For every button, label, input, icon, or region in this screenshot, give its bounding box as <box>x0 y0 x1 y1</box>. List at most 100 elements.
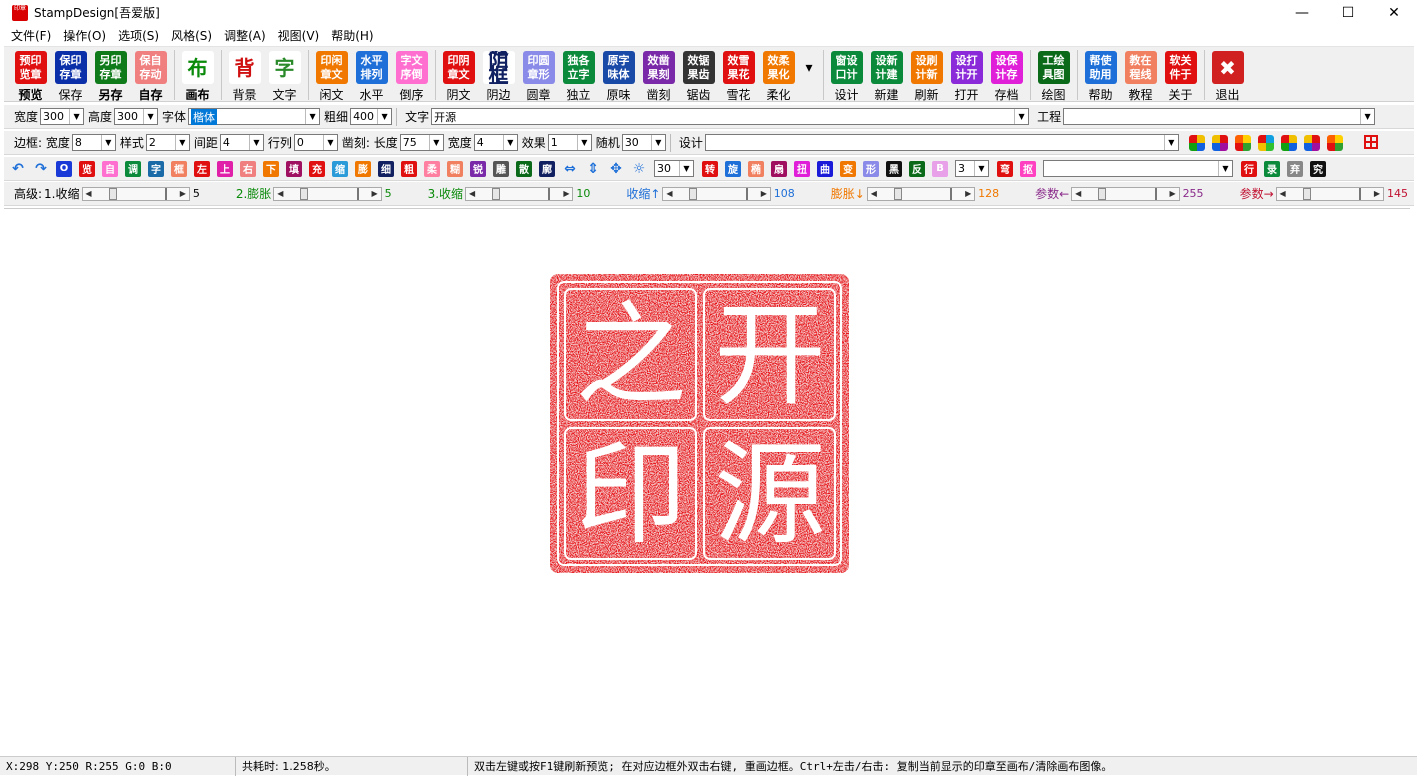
toolbar-button-10[interactable]: 印闲 章文 闲文 <box>315 47 348 103</box>
border-width-select[interactable]: 8 ▼ <box>71 134 116 151</box>
effect-button[interactable]: 抠 <box>1020 160 1036 177</box>
toolbar-button-20[interactable]: 效锯 果齿 锯齿 <box>682 47 715 103</box>
toolbar-button-34[interactable]: 教在 程线 教程 <box>1124 47 1157 103</box>
color-scheme-icon[interactable] <box>1280 134 1297 151</box>
text-input[interactable]: 开源 ▼ <box>431 108 1030 125</box>
toolbar-button-26[interactable]: 设新 计建 新建 <box>870 47 903 103</box>
toolbar-button-5[interactable]: 布画布 <box>181 47 214 103</box>
toolbar-button-17[interactable]: 独各 立字 独立 <box>562 47 595 103</box>
toolbar-button-19[interactable]: 效凿 果刻 凿刻 <box>642 47 675 103</box>
toolbar-button-28[interactable]: 设打 计开 打开 <box>950 47 983 103</box>
project-select[interactable]: ▼ <box>1063 108 1376 125</box>
effect-button[interactable]: 粗 <box>401 160 417 177</box>
toolbar-button-11[interactable]: 水平 排列 水平 <box>355 47 388 103</box>
flip-vertical-icon[interactable]: ⇕ <box>585 161 601 177</box>
menu-item-1[interactable]: 操作(O) <box>57 27 112 44</box>
effect-button[interactable]: 扭 <box>794 160 810 177</box>
effect-button[interactable]: 览 <box>79 160 95 177</box>
redo-icon[interactable]: ↷ <box>33 161 49 177</box>
menu-item-0[interactable]: 文件(F) <box>5 27 57 44</box>
effect-button[interactable]: 形 <box>863 160 879 177</box>
color-scheme-icon[interactable] <box>1211 134 1228 151</box>
menu-item-3[interactable]: 风格(S) <box>165 27 218 44</box>
effect-button[interactable]: 膨 <box>355 160 371 177</box>
toolbar-button-37[interactable]: ✖ 退出 <box>1211 47 1244 103</box>
arrow-left-icon[interactable]: ◀ <box>1277 189 1289 198</box>
toolbar-button-7[interactable]: 背背景 <box>228 47 261 103</box>
slider-2[interactable]: ◀ ▶ <box>465 186 574 201</box>
effect-button[interactable]: 充 <box>309 160 325 177</box>
effect-button[interactable]: 反 <box>909 160 925 177</box>
color-scheme-icon[interactable] <box>1257 134 1274 151</box>
maximize-button[interactable]: ☐ <box>1325 0 1371 25</box>
color-scheme-icon[interactable] <box>1188 134 1205 151</box>
arrow-right-icon[interactable]: ▶ <box>177 189 189 198</box>
slider-thumb[interactable] <box>1098 187 1107 200</box>
slider-thumb[interactable] <box>492 187 501 200</box>
toolbar-button-21[interactable]: 效雪 果花 雪花 <box>722 47 755 103</box>
arrow-left-icon[interactable]: ◀ <box>868 189 880 198</box>
toolbar-button-23[interactable]: ▾ <box>802 47 816 86</box>
toolbar-button-18[interactable]: 原字 味体 原味 <box>602 47 635 103</box>
effect-button[interactable]: 变 <box>840 160 856 177</box>
toolbar-button-33[interactable]: 帮使 助用 帮助 <box>1084 47 1117 103</box>
arrow-right-icon[interactable]: ▶ <box>1167 189 1179 198</box>
effect-button[interactable]: 散 <box>516 160 532 177</box>
effect-button[interactable]: 调 <box>125 160 141 177</box>
menu-item-4[interactable]: 调整(A) <box>218 27 272 44</box>
arrow-left-icon[interactable]: ◀ <box>83 189 95 198</box>
sun-icon[interactable]: ☼ <box>631 161 647 177</box>
effect-button[interactable]: B <box>932 160 948 177</box>
effect-button[interactable]: 究 <box>1310 160 1326 177</box>
close-button[interactable]: ✕ <box>1371 0 1417 25</box>
toolbar-button-16[interactable]: 印圆 章形 圆章 <box>522 47 555 103</box>
chisel-length-select[interactable]: 75 ▼ <box>399 134 444 151</box>
arrow-right-icon[interactable]: ▶ <box>758 189 770 198</box>
arrow-right-icon[interactable]: ▶ <box>560 189 572 198</box>
effect-button[interactable]: 旋 <box>725 160 741 177</box>
arrow-left-icon[interactable]: ◀ <box>1072 189 1084 198</box>
toolbar-button-25[interactable]: 窗设 口计 设计 <box>830 47 863 103</box>
effect-button[interactable]: 行 <box>1241 160 1257 177</box>
height-select[interactable]: 300 ▼ <box>114 108 159 125</box>
angle-select[interactable]: 30 ▼ <box>654 160 694 177</box>
arrow-right-icon[interactable]: ▶ <box>962 189 974 198</box>
effect-button[interactable]: 柔 <box>424 160 440 177</box>
slider-3[interactable]: ◀ ▶ <box>662 186 771 201</box>
design-select[interactable]: ▼ <box>704 134 1179 151</box>
effect-button[interactable]: 上 <box>217 160 233 177</box>
effect-button[interactable]: 扇 <box>771 160 787 177</box>
slider-5[interactable]: ◀ ▶ <box>1071 186 1180 201</box>
font-select[interactable]: 楷体 ▼ <box>188 108 321 125</box>
effect-button[interactable]: 字 <box>148 160 164 177</box>
toolbar-button-1[interactable]: 保印 存章 保存 <box>54 47 87 103</box>
undo-icon[interactable]: ↶ <box>10 161 26 177</box>
color-scheme-icon[interactable] <box>1326 134 1343 151</box>
grid-icon[interactable] <box>1363 134 1378 149</box>
effect-select[interactable]: 1 ▼ <box>547 134 592 151</box>
slider-thumb[interactable] <box>893 187 902 200</box>
toolbar-button-31[interactable]: 工绘 具图 绘图 <box>1037 47 1070 103</box>
arrow-right-icon[interactable]: ▶ <box>1371 189 1383 198</box>
toolbar-button-0[interactable]: 预印 览章 预览 <box>14 47 47 103</box>
toolbar-button-2[interactable]: 另印 存章 另存 <box>94 47 127 103</box>
effect-button[interactable]: 录 <box>1264 160 1280 177</box>
line-select[interactable]: 0 ▼ <box>293 134 338 151</box>
stamp-canvas[interactable]: 开 之 源 印 <box>4 208 1410 752</box>
color-scheme-icon[interactable] <box>1303 134 1320 151</box>
effect-button[interactable]: 缩 <box>332 160 348 177</box>
toolbar-button-27[interactable]: 设刷 计新 刷新 <box>910 47 943 103</box>
random-select[interactable]: 30 ▼ <box>621 134 666 151</box>
toolbar-button-12[interactable]: 字文 序倒 倒序 <box>395 47 428 103</box>
slider-0[interactable]: ◀ ▶ <box>81 186 190 201</box>
arrow-left-icon[interactable]: ◀ <box>466 189 478 198</box>
effect-button[interactable]: 转 <box>702 160 718 177</box>
effect-button[interactable]: 框 <box>171 160 187 177</box>
effect-button[interactable]: O <box>56 160 72 177</box>
effect-button[interactable]: 下 <box>263 160 279 177</box>
arrow-right-icon[interactable]: ▶ <box>369 189 381 198</box>
effect-button[interactable]: 黑 <box>886 160 902 177</box>
effect-button[interactable]: 雕 <box>493 160 509 177</box>
slider-1[interactable]: ◀ ▶ <box>273 186 382 201</box>
slider-4[interactable]: ◀ ▶ <box>866 186 976 201</box>
